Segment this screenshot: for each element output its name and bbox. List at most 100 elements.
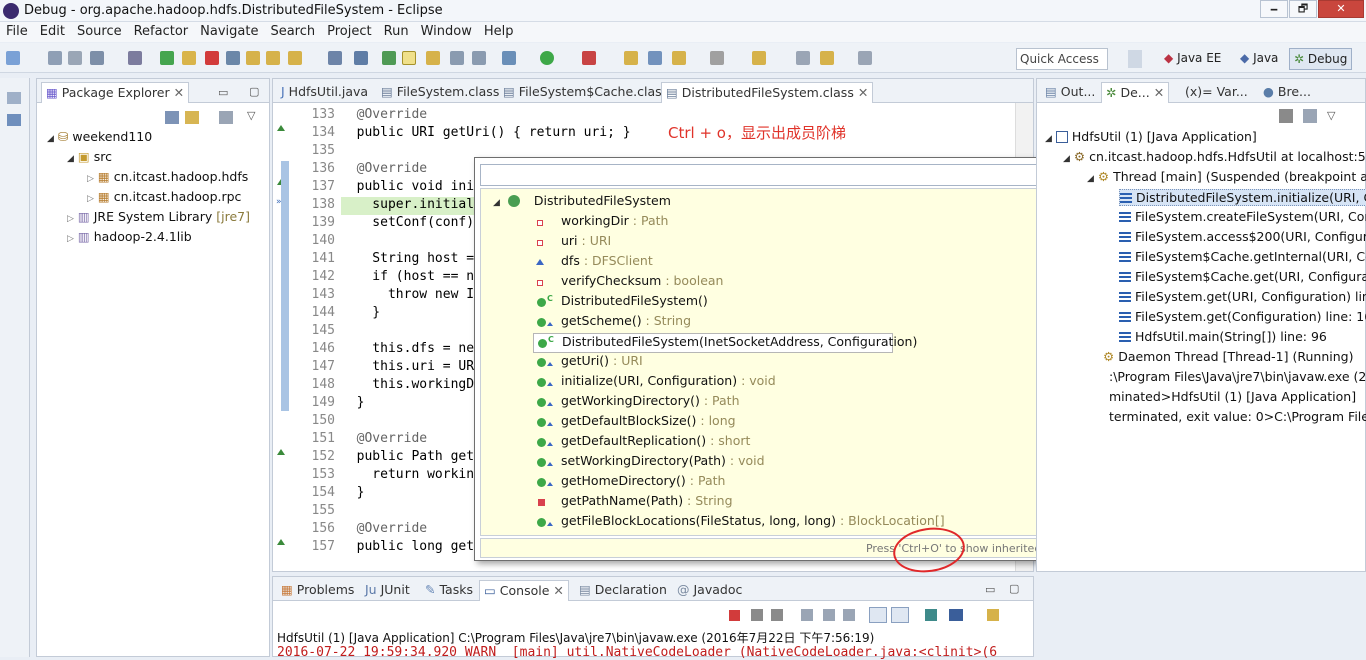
restore-icon[interactable] — [7, 92, 21, 104]
tab-problems[interactable]: ▦ Problems — [277, 580, 358, 601]
code-line[interactable]: 154 } — [289, 485, 365, 503]
quick-access-input[interactable]: Quick Access — [1016, 48, 1108, 70]
word-wrap-icon[interactable] — [843, 609, 855, 621]
close-icon[interactable]: ✕ — [553, 583, 563, 598]
code-line[interactable]: 137 public void init — [289, 179, 482, 197]
outline-member[interactable]: getFileBlockLocations(FileStatus, long, … — [537, 513, 945, 533]
collapse-arrow-icon[interactable]: ◢ — [67, 154, 74, 164]
link-with-editor-icon[interactable] — [185, 111, 199, 124]
step-over-icon[interactable] — [266, 51, 280, 65]
pin-console-icon[interactable] — [925, 609, 937, 621]
menu-run[interactable]: Run — [378, 22, 415, 39]
tree-item-weekend110[interactable]: ◢ ⛁ weekend110 — [47, 129, 152, 144]
outline-member-selected[interactable]: C DistributedFileSystem(InetSocketAddress… — [533, 333, 917, 353]
code-line[interactable]: 135 — [289, 143, 341, 161]
menu-project[interactable]: Project — [321, 22, 377, 39]
code-line[interactable]: 143 throw new IO — [289, 287, 482, 305]
code-line[interactable]: 144 } — [289, 305, 381, 323]
outline-member[interactable]: getScheme() : String — [537, 313, 691, 333]
debug-row-frame[interactable]: FileSystem.createFileSystem(URI, Confi — [1119, 209, 1366, 224]
debug-row-frame-selected[interactable]: DistributedFileSystem.initialize(URI, Co — [1119, 189, 1366, 206]
remove-terminated-icon[interactable] — [1279, 109, 1293, 123]
code-line[interactable]: 146 this.dfs = new — [289, 341, 482, 359]
open-type-icon[interactable] — [382, 51, 396, 65]
code-line[interactable]: 139 setConf(conf); — [289, 215, 482, 233]
tab-junit[interactable]: Ju JUnit — [361, 580, 414, 601]
tree-item-hadoop-lib[interactable]: ▷ ▥ hadoop-2.4.1lib — [67, 229, 192, 244]
remove-all-terminated-icon[interactable] — [771, 609, 783, 621]
run-icon[interactable] — [540, 51, 554, 65]
save-all-icon[interactable] — [68, 51, 82, 65]
code-line[interactable]: 153 return working — [289, 467, 482, 485]
debug-row-app[interactable]: ◢ HdfsUtil (1) [Java Application] — [1045, 129, 1257, 144]
tab-tasks[interactable]: ✎ Tasks — [421, 580, 477, 601]
debug-row-daemon-thread[interactable]: ⚙ Daemon Thread [Thread-1] (Running) — [1103, 349, 1353, 364]
menu-refactor[interactable]: Refactor — [128, 22, 195, 39]
outline-member[interactable]: C DistributedFileSystem() — [537, 293, 708, 313]
perspective-debug[interactable]: ✲ Debug — [1289, 48, 1353, 70]
outline-member[interactable]: getUri() : URI — [537, 353, 643, 373]
debug-row-terminated-app[interactable]: minated>HdfsUtil (1) [Java Application] — [1109, 389, 1356, 404]
collapse-arrow-icon[interactable]: ◢ — [47, 134, 54, 144]
tab-package-explorer[interactable]: ▦ Package Explorer ✕ — [41, 82, 190, 103]
debug-row-thread-main[interactable]: ◢ ⚙ Thread [main] (Suspended (breakpoint… — [1087, 169, 1366, 184]
resume-icon[interactable] — [160, 51, 174, 65]
block-selection-icon[interactable] — [450, 51, 464, 65]
tab-javadoc[interactable]: @ Javadoc — [673, 580, 746, 601]
maximize-view-icon[interactable]: ▢ — [249, 85, 259, 98]
outline-filter-input[interactable]: ▼ — [480, 164, 1102, 186]
open-perspective-icon[interactable] — [1128, 50, 1142, 68]
console-output-line[interactable]: 2016-07-22 19:59:34.920 WARN [main] util… — [277, 645, 997, 660]
show-whitespace-icon[interactable] — [472, 51, 486, 65]
open-console-icon[interactable] — [987, 609, 999, 621]
menu-search[interactable]: Search — [264, 22, 321, 39]
debug-row-terminated-process[interactable]: terminated, exit value: 0>C:\Program Fil… — [1109, 409, 1366, 424]
menu-window[interactable]: Window — [415, 22, 478, 39]
code-line[interactable]: 156 @Override — [289, 521, 428, 539]
perspective-java-ee[interactable]: ◆ Java EE — [1160, 48, 1225, 70]
debug-row-frame[interactable]: FileSystem.access$200(URI, Configurat — [1119, 229, 1366, 244]
collapse-arrow-icon[interactable]: ◢ — [1087, 174, 1094, 184]
debug-row-frame[interactable]: FileSystem$Cache.get(URI, Configurati — [1119, 269, 1366, 284]
pin-icon[interactable] — [710, 51, 724, 65]
code-line[interactable]: 136 @Override — [289, 161, 428, 179]
hierarchy-icon[interactable] — [7, 114, 21, 126]
outline-member[interactable]: initialize(URI, Configuration) : void — [537, 373, 776, 393]
outline-member[interactable]: verifyChecksum : boolean — [537, 273, 723, 293]
expand-arrow-icon[interactable]: ▷ — [67, 214, 74, 224]
collapse-arrow-icon[interactable]: ◢ — [493, 198, 500, 208]
tab-variables[interactable]: (x)= Var... — [1181, 82, 1252, 103]
debug-row-frame[interactable]: FileSystem.get(URI, Configuration) line — [1119, 289, 1366, 304]
close-button[interactable]: ✕ — [1318, 0, 1364, 18]
code-line[interactable]: 149 } — [289, 395, 365, 413]
close-icon[interactable]: ✕ — [858, 85, 868, 100]
debug-row-frame[interactable]: HdfsUtil.main(String[]) line: 96 — [1119, 329, 1327, 344]
code-line[interactable]: 142 if (host == nu — [289, 269, 482, 287]
print-icon[interactable] — [90, 51, 104, 65]
tab-console[interactable]: ▭ Console ✕ — [479, 580, 569, 601]
step-into-icon[interactable] — [246, 51, 260, 65]
debug-icon[interactable] — [502, 51, 516, 65]
maximize-view-icon[interactable]: ▢ — [1009, 582, 1019, 595]
outline-member[interactable]: dfs : DFSClient — [536, 253, 653, 273]
menu-help[interactable]: Help — [478, 22, 520, 39]
tab-declaration[interactable]: ▤ Declaration — [575, 580, 671, 601]
skip-breakpoints-icon[interactable] — [128, 51, 142, 65]
menu-edit[interactable]: Edit — [34, 22, 71, 39]
outline-member[interactable]: getDefaultBlockSize() : long — [537, 413, 736, 433]
tab-filesystem-cache-class[interactable]: ▤ FileSystem$Cache.class — [499, 82, 672, 103]
external-tools-icon[interactable] — [582, 51, 596, 65]
outline-member[interactable]: getPathName(Path) : String — [537, 493, 733, 513]
debug-row-frame[interactable]: FileSystem$Cache.getInternal(URI, Cor — [1119, 249, 1366, 264]
tab-outline[interactable]: ▤ Out... — [1041, 82, 1099, 103]
collapse-all-icon[interactable] — [165, 111, 179, 124]
tree-item-package-hdfs[interactable]: ▷ ▦ cn.itcast.hadoop.hdfs — [87, 169, 248, 184]
code-line[interactable]: 147 this.uri = URI — [289, 359, 482, 377]
code-line[interactable]: 140 — [289, 233, 341, 251]
close-icon[interactable]: ✕ — [1154, 85, 1164, 100]
expand-arrow-icon[interactable]: ▷ — [67, 234, 74, 244]
disconnect-icon[interactable] — [226, 51, 240, 65]
chevron-down-icon[interactable]: ▽ — [1327, 109, 1335, 122]
forward-icon[interactable] — [858, 51, 872, 65]
menu-file[interactable]: File — [0, 22, 34, 39]
